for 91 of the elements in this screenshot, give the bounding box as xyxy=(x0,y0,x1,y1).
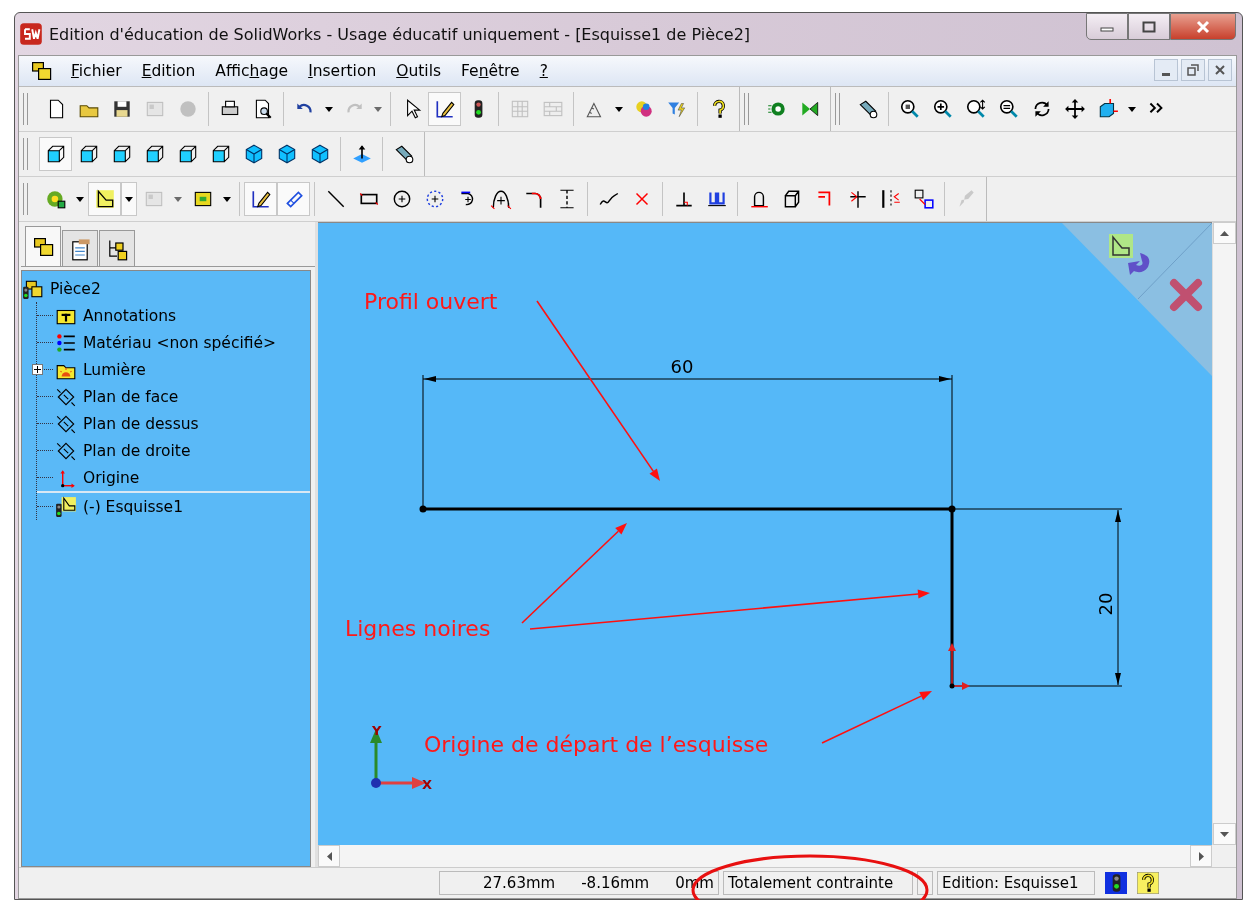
expand-button[interactable] xyxy=(32,364,43,375)
zoom-out-icon xyxy=(997,98,1020,120)
caret-icon xyxy=(125,196,133,202)
status-y-coordinate: -8.16mm xyxy=(581,874,650,892)
traffic-light-icon[interactable] xyxy=(1105,872,1127,894)
caret-icon xyxy=(174,196,182,202)
menu-item[interactable]: Fenêtre xyxy=(451,62,530,80)
maximize-button[interactable] xyxy=(1128,13,1170,40)
part-icon xyxy=(29,59,53,83)
zoom-fit-icon xyxy=(898,98,921,120)
annotation-text: Lignes noires xyxy=(345,616,491,641)
axis-label: X xyxy=(422,777,433,792)
menu-item[interactable]: Outils xyxy=(386,62,451,80)
caret-icon xyxy=(1128,106,1136,112)
annotation-text: Origine de départ de l’esquisse xyxy=(424,732,769,757)
sketch-point[interactable] xyxy=(948,505,956,513)
menu-item[interactable]: Edition xyxy=(131,62,206,80)
menu-item[interactable]: Insertion xyxy=(298,62,387,80)
menu-item[interactable]: ? xyxy=(529,62,558,80)
sketch-point[interactable] xyxy=(419,505,427,513)
move-icon xyxy=(1063,98,1086,120)
panel-tab[interactable] xyxy=(25,226,61,266)
close-icon xyxy=(1215,65,1225,75)
material-icon xyxy=(55,331,77,354)
tree-item[interactable]: Plan de droite xyxy=(83,441,191,460)
caret-icon xyxy=(325,106,333,112)
caret-icon xyxy=(76,196,84,202)
toolbar-button[interactable] xyxy=(88,182,121,216)
move-entities-icon xyxy=(912,188,935,210)
mirror-icon xyxy=(879,188,902,210)
tree-item[interactable]: Annotations xyxy=(83,306,177,325)
horizontal-scrollbar[interactable] xyxy=(318,845,1212,867)
toolbar-button[interactable] xyxy=(244,182,277,216)
edit-mode-status: Edition: Esquisse1 xyxy=(942,874,1079,892)
annotation-text: Profil ouvert xyxy=(364,289,498,314)
tree-item[interactable]: Matériau <non spécifié> xyxy=(83,333,277,352)
toolbar-button[interactable] xyxy=(277,182,310,216)
zoom-area-icon xyxy=(964,98,987,120)
pencil-icon xyxy=(249,188,272,210)
plane-arrow-icon xyxy=(350,143,373,165)
caret-icon xyxy=(223,196,231,202)
axis-label: Y xyxy=(372,723,382,738)
minimize-button[interactable] xyxy=(1086,13,1128,40)
maximize-icon xyxy=(1142,20,1156,33)
scroll-right-icon xyxy=(1198,851,1204,861)
toolbar-button[interactable] xyxy=(39,137,72,171)
tree-item[interactable]: (-) Esquisse1 xyxy=(83,497,183,516)
close-icon xyxy=(1195,19,1211,34)
tree-item[interactable]: Origine xyxy=(83,468,140,487)
scroll-up-icon xyxy=(1220,230,1229,236)
toolbar-button[interactable] xyxy=(121,182,137,216)
flashlight-icon xyxy=(856,98,879,120)
sketch-status: Totalement contrainte xyxy=(728,874,894,892)
scroll-down-icon xyxy=(1220,831,1229,837)
window-title: Edition d'éducation de SolidWorks - Usage éducatif uniquement - [Esquisse1 de Pièce2] xyxy=(49,24,751,44)
help-icon[interactable] xyxy=(1137,872,1159,894)
dimension-value[interactable]: 20 xyxy=(1095,592,1116,616)
scroll-left-icon xyxy=(326,851,332,861)
arc-icon xyxy=(489,188,512,210)
exit-sketch-icon[interactable] xyxy=(1109,234,1150,275)
plus-icon xyxy=(34,366,41,373)
flashlight-icon xyxy=(392,143,415,165)
caret-icon xyxy=(615,106,623,112)
zoom-in-icon xyxy=(931,98,954,120)
origin-icon xyxy=(948,643,970,690)
tree-item[interactable]: Lumière xyxy=(83,360,146,379)
app-logo-icon xyxy=(19,22,43,46)
tree-item[interactable]: Plan de dessus xyxy=(83,414,199,433)
close-button[interactable] xyxy=(1170,13,1236,40)
sketch-line[interactable] xyxy=(950,509,954,686)
panel-tab[interactable] xyxy=(62,230,98,266)
close-button[interactable] xyxy=(1208,59,1232,81)
menu-item[interactable]: Affichage xyxy=(205,62,299,80)
status-x-coordinate: 27.63mm xyxy=(483,874,556,892)
vertical-scrollbar[interactable] xyxy=(1212,222,1236,845)
sketch-icon xyxy=(55,495,77,518)
tree-item[interactable]: Pièce2 xyxy=(50,279,101,298)
caret-icon xyxy=(374,106,382,112)
panel-tab[interactable] xyxy=(99,230,135,266)
sketch-icon xyxy=(93,188,116,210)
menu-item[interactable]: Fichier xyxy=(61,62,132,80)
restore-button[interactable] xyxy=(1181,59,1205,81)
tree-item[interactable]: Plan de face xyxy=(83,387,179,406)
pencil-icon xyxy=(433,98,456,120)
minimize-button[interactable] xyxy=(1154,59,1178,81)
restore-icon xyxy=(1187,64,1199,76)
feature-icon xyxy=(44,188,67,210)
dimension-value[interactable]: 60 xyxy=(670,356,694,377)
toolbar-button[interactable] xyxy=(428,92,461,126)
minimize-icon xyxy=(1162,72,1170,76)
status-panel xyxy=(917,871,933,895)
